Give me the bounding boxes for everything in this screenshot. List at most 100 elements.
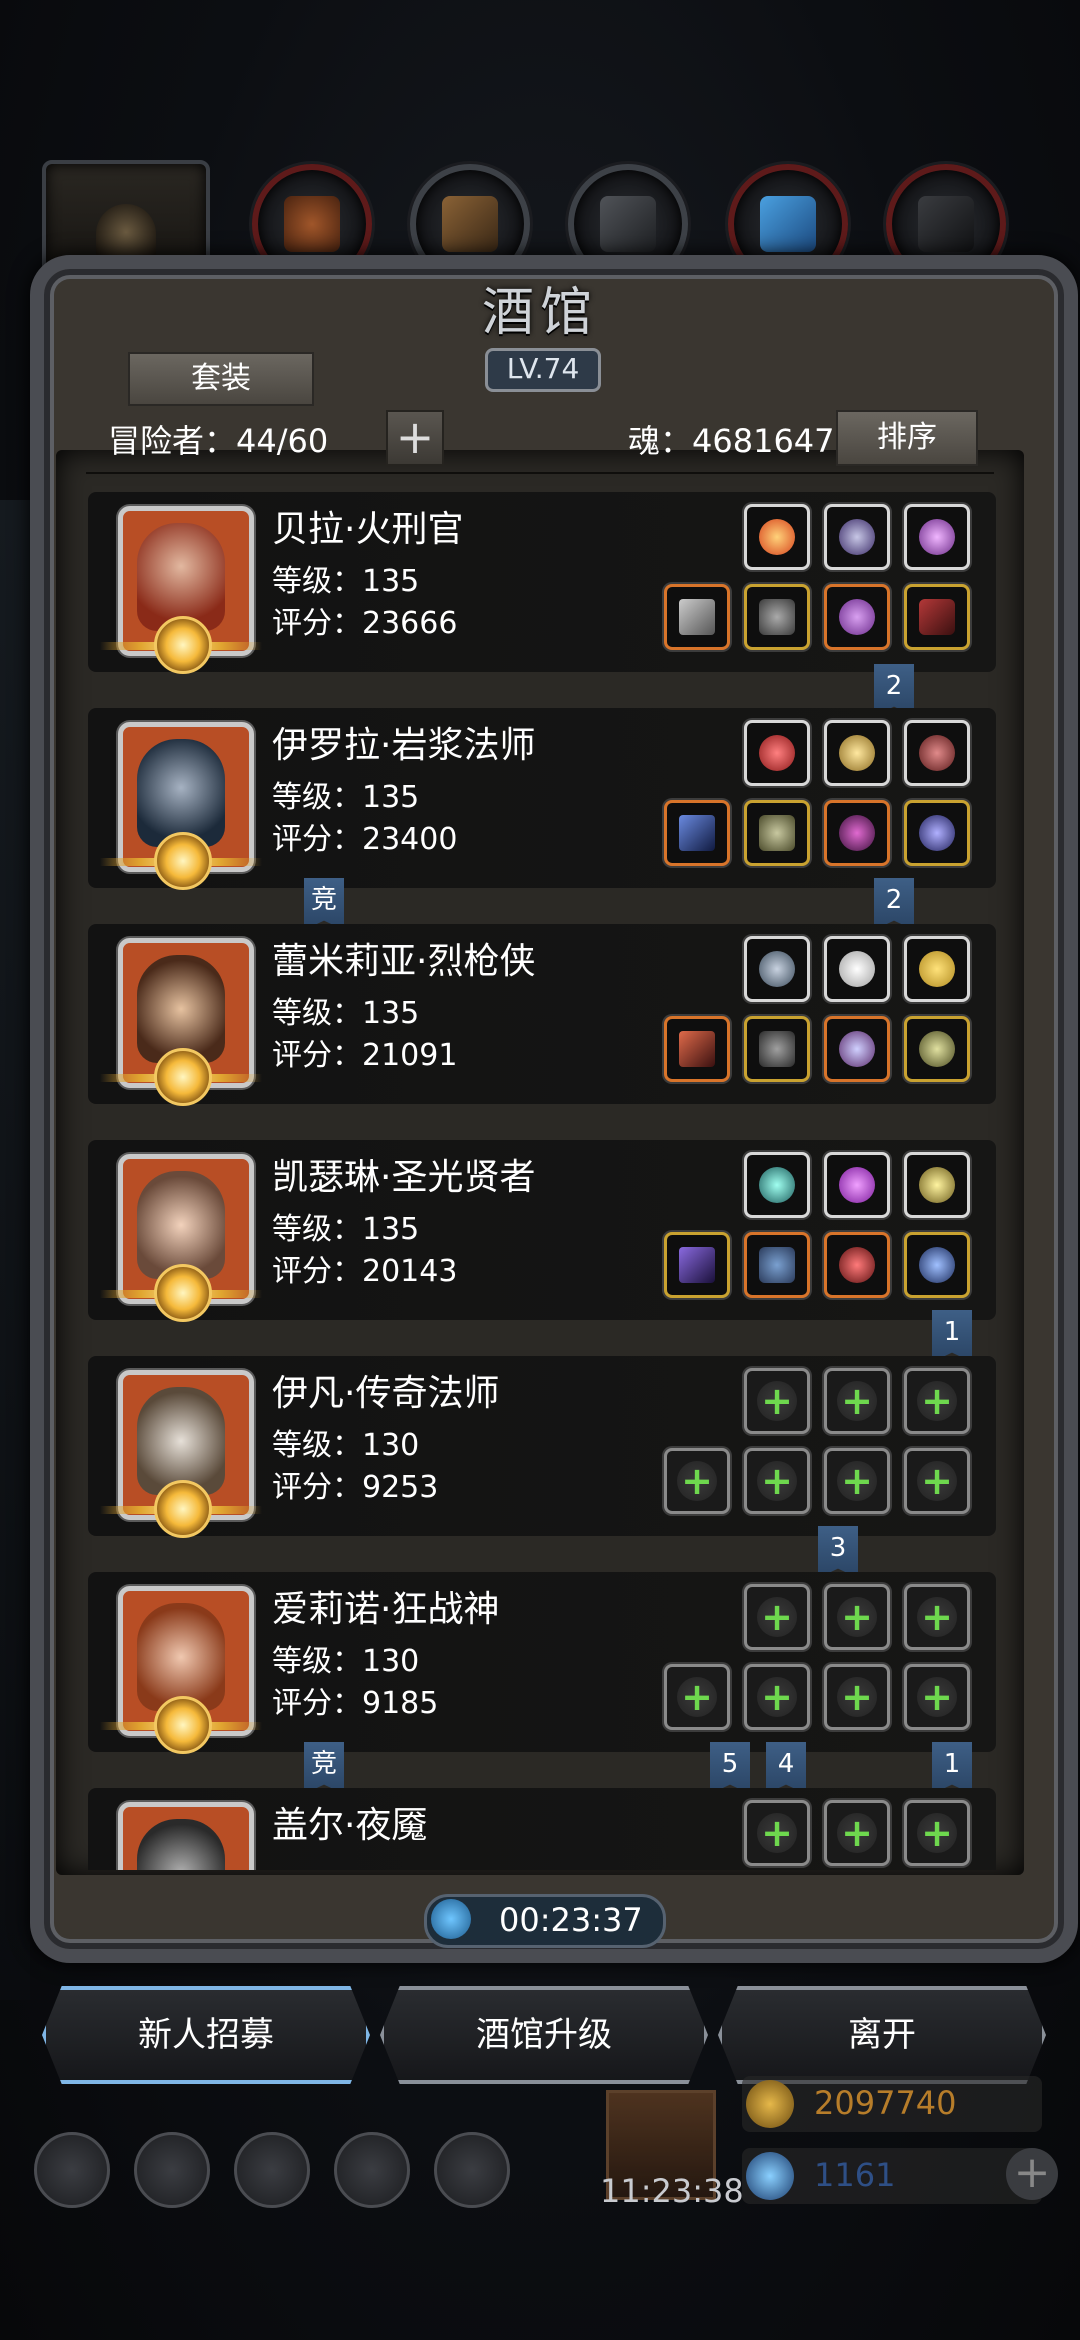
equip-slot[interactable] — [744, 936, 810, 1002]
equip-slot[interactable] — [904, 584, 970, 650]
equip-slot[interactable] — [824, 720, 890, 786]
hero-card[interactable]: 伊凡·传奇法师 等级：130 评分：9253 + + + + + + + — [88, 1356, 996, 1538]
equip-slot[interactable] — [744, 504, 810, 570]
hero-portrait — [118, 1802, 254, 1870]
equip-slot[interactable] — [664, 1232, 730, 1298]
gold-icon — [746, 2080, 794, 2128]
equip-slot[interactable] — [904, 504, 970, 570]
equip-slot[interactable] — [904, 800, 970, 866]
staff-icon — [679, 815, 715, 851]
axe-icon — [679, 599, 715, 635]
empty-slot-button[interactable]: + — [664, 1664, 730, 1730]
equip-slot[interactable] — [664, 1016, 730, 1082]
add-icon: + — [677, 1461, 717, 1501]
empty-slot-button[interactable]: + — [904, 1368, 970, 1434]
add-icon: + — [757, 1597, 797, 1637]
hero-card[interactable]: 爱莉诺·狂战神 等级：130 评分：9185 + + + + + + + — [88, 1572, 996, 1754]
equip-slot[interactable] — [744, 720, 810, 786]
equip-slot[interactable] — [744, 1152, 810, 1218]
equip-slot[interactable] — [744, 1232, 810, 1298]
steel-icon — [600, 196, 656, 252]
empty-slot-button[interactable]: + — [824, 1368, 890, 1434]
equip-slot[interactable] — [824, 1016, 890, 1082]
amethyst-icon — [839, 1167, 875, 1203]
equip-slot[interactable] — [744, 800, 810, 866]
empty-slot-button[interactable]: + — [824, 1584, 890, 1650]
lantern-icon — [839, 735, 875, 771]
game-clock: 11:23:38 — [600, 2172, 744, 2210]
empty-slot-button[interactable]: + — [744, 1448, 810, 1514]
boots-icon — [919, 599, 955, 635]
set-button[interactable]: 套装 — [128, 352, 314, 406]
equip-slot[interactable] — [824, 584, 890, 650]
settings-icon[interactable] — [34, 2132, 110, 2208]
equip-slot[interactable] — [904, 1152, 970, 1218]
quest-icon[interactable] — [434, 2132, 510, 2208]
empty-slot-button[interactable]: + — [744, 1584, 810, 1650]
add-icon: + — [837, 1677, 877, 1717]
hero-card[interactable]: 凯瑟琳·圣光贤者 等级：135 评分：20143 — [88, 1140, 996, 1322]
rank-star-icon — [154, 1264, 212, 1322]
equip-slot[interactable] — [744, 584, 810, 650]
hero-name: 凯瑟琳·圣光贤者 — [272, 1157, 536, 1198]
gold-value: 2097740 — [814, 2084, 957, 2122]
sort-button[interactable]: 排序 — [836, 410, 978, 466]
add-gems-button[interactable]: + — [1006, 2148, 1058, 2200]
hero-card[interactable]: 伊罗拉·岩浆法师 等级：135 评分：23400 — [88, 708, 996, 890]
hero-level: 等级：130 — [272, 1644, 420, 1679]
rank-star-icon — [154, 1480, 212, 1538]
equip-slot[interactable] — [904, 1016, 970, 1082]
equip-slot[interactable] — [824, 1152, 890, 1218]
equip-slot[interactable] — [664, 800, 730, 866]
recruit-button[interactable]: 新人招募 — [42, 1986, 370, 2084]
empty-slot-button[interactable]: + — [744, 1800, 810, 1866]
hero-card[interactable]: 盖尔·夜魇 + + + — [88, 1788, 996, 1870]
add-icon: + — [917, 1677, 957, 1717]
hero-level: 等级：135 — [272, 996, 420, 1031]
empty-slot-button[interactable]: + — [904, 1448, 970, 1514]
hero-score: 评分：21091 — [272, 1038, 458, 1073]
inventory-icon[interactable] — [234, 2132, 310, 2208]
equip-slot[interactable] — [904, 1232, 970, 1298]
hero-name: 伊罗拉·岩浆法师 — [272, 725, 536, 766]
red-potion-icon — [759, 735, 795, 771]
rank-star-icon — [154, 1048, 212, 1106]
achievement-icon[interactable] — [134, 2132, 210, 2208]
hero-card[interactable]: 蕾米莉亚·烈枪侠 等级：135 评分：21091 — [88, 924, 996, 1106]
upgrade-tavern-button[interactable]: 酒馆升级 — [380, 1986, 708, 2084]
empty-slot-button[interactable]: + — [904, 1800, 970, 1866]
equip-slot[interactable] — [824, 936, 890, 1002]
hero-score: 评分：20143 — [272, 1254, 458, 1289]
barrel-icon — [284, 196, 340, 252]
empty-slot-button[interactable]: + — [744, 1368, 810, 1434]
gem-icon — [746, 2152, 794, 2200]
equip-slot[interactable] — [824, 800, 890, 866]
equip-slot[interactable] — [824, 1232, 890, 1298]
equip-slot[interactable] — [904, 720, 970, 786]
lantern-icon — [919, 519, 955, 555]
mail-icon[interactable] — [334, 2132, 410, 2208]
equip-slot[interactable] — [744, 1016, 810, 1082]
add-icon: + — [757, 1381, 797, 1421]
equip-slot[interactable] — [824, 504, 890, 570]
empty-slot-button[interactable]: + — [824, 1664, 890, 1730]
armor-icon — [759, 599, 795, 635]
hero-level: 等级：135 — [272, 564, 420, 599]
empty-slot-button[interactable]: + — [664, 1448, 730, 1514]
empty-slot-button[interactable]: + — [824, 1448, 890, 1514]
arena-tag: 竞 — [304, 878, 344, 930]
add-adventurer-slot-button[interactable]: + — [386, 410, 444, 466]
hero-list[interactable]: 贝拉·火刑官 等级：135 评分：23666 2 伊罗拉·岩浆法师 等级：135… — [56, 478, 1024, 1870]
equip-slot[interactable] — [904, 936, 970, 1002]
empty-slot-button[interactable]: + — [904, 1664, 970, 1730]
equip-slot[interactable] — [664, 584, 730, 650]
hero-card[interactable]: 贝拉·火刑官 等级：135 评分：23666 — [88, 492, 996, 674]
empty-slot-button[interactable]: + — [824, 1800, 890, 1866]
hero-avatar — [137, 955, 225, 1063]
empty-slot-button[interactable]: + — [744, 1664, 810, 1730]
helmet-icon — [839, 599, 875, 635]
leave-button[interactable]: 离开 — [718, 1986, 1046, 2084]
slot-count-tag: 1 — [932, 1742, 972, 1794]
lantern-icon — [919, 1167, 955, 1203]
empty-slot-button[interactable]: + — [904, 1584, 970, 1650]
